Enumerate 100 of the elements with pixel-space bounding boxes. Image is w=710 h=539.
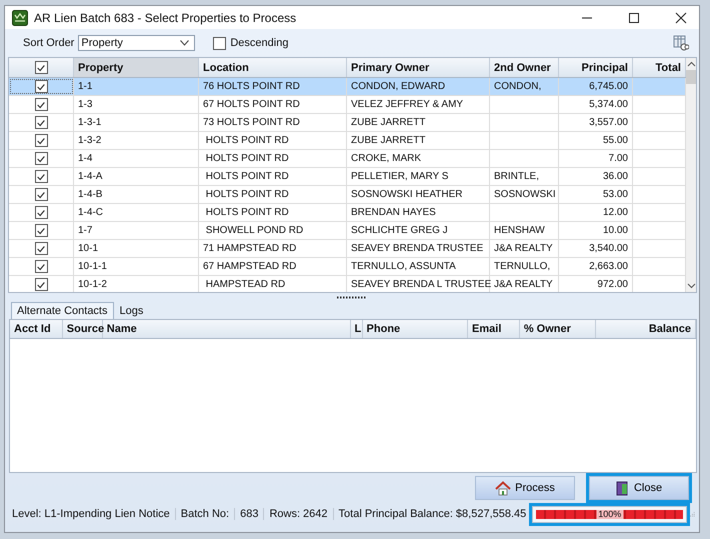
table-cell: PELLETIER, MARY S: [347, 168, 490, 185]
app-logo-icon: [12, 10, 28, 26]
table-cell: 55.00: [559, 132, 633, 149]
row-checkbox[interactable]: [34, 188, 48, 201]
table-row[interactable]: 10-1 71 HAMPSTEAD RD SEAVEY BRENDA TRUSTEE J&A REALTY 3,540.00: [9, 240, 686, 258]
row-checkbox[interactable]: [34, 206, 48, 219]
table-cell: 76 HOLTS POINT RD: [199, 78, 347, 95]
table-cell: TERNULLO,: [490, 258, 559, 275]
scrollbar-thumb[interactable]: [686, 70, 696, 84]
column-header[interactable]: Acct Id: [10, 320, 63, 338]
table-cell: 6,745.00: [559, 78, 633, 95]
process-button[interactable]: Process: [475, 476, 575, 500]
table-cell: 1-1: [74, 78, 199, 95]
select-all-checkbox[interactable]: [34, 61, 48, 74]
row-checkbox[interactable]: [34, 170, 48, 183]
table-row[interactable]: 1-4-B HOLTS POINT RD SOSNOWSKI HEATHER SOSNOWSKI 53.00: [9, 186, 686, 204]
column-header[interactable]: 2nd Owner: [490, 58, 559, 77]
table-row[interactable]: 1-4-A HOLTS POINT RD PELLETIER, MARY S BRINTLE, 36.00: [9, 168, 686, 186]
table-row[interactable]: 1-4-C HOLTS POINT RD BRENDAN HAYES 12.00: [9, 204, 686, 222]
splitter-grip-icon[interactable]: [337, 296, 367, 298]
table-cell: SCHLICHTE GREG J: [347, 222, 490, 239]
row-checkbox[interactable]: [34, 278, 48, 291]
column-header[interactable]: Property: [74, 58, 199, 77]
table-cell: HOLTS POINT RD: [199, 132, 347, 149]
table-cell: SHOWELL POND RD: [199, 222, 347, 239]
sort-order-dropdown[interactable]: Property: [78, 35, 196, 51]
table-row[interactable]: 1-3-2 HOLTS POINT RD ZUBE JARRETT 55.00: [9, 132, 686, 150]
scroll-up-icon[interactable]: [686, 61, 696, 67]
table-cell: HOLTS POINT RD: [199, 186, 347, 203]
row-checkbox[interactable]: [34, 116, 48, 129]
row-checkbox[interactable]: [34, 152, 48, 165]
table-cell: 10-1: [74, 240, 199, 257]
row-checkbox[interactable]: [34, 134, 48, 147]
table-row[interactable]: 1-3 67 HOLTS POINT RD VELEZ JEFFREY & AMY 5,374.00: [9, 96, 686, 114]
column-header[interactable]: % Owner: [520, 320, 596, 338]
table-cell: 1-4-C: [74, 204, 199, 221]
table-row[interactable]: 1-1 76 HOLTS POINT RD CONDON, EDWARD CONDON, 6,745.00: [9, 78, 686, 96]
tab[interactable]: Logs: [114, 302, 150, 319]
table-cell: HENSHAW: [490, 222, 559, 239]
table-cell: SOSNOWSKI HEATHER: [347, 186, 490, 203]
table-cell: SEAVEY BRENDA L TRUSTEE: [347, 276, 490, 292]
table-cell: VELEZ JEFFREY & AMY: [347, 96, 490, 113]
table-cell: CROKE, MARK: [347, 150, 490, 167]
column-header[interactable]: Location: [199, 58, 347, 77]
house-icon: [495, 480, 512, 496]
column-header[interactable]: Balance: [596, 320, 696, 338]
vertical-scrollbar[interactable]: [686, 58, 696, 292]
table-row[interactable]: 1-7 SHOWELL POND RD SCHLICHTE GREG J HENSHAW 10.00: [9, 222, 686, 240]
row-checkbox[interactable]: [34, 98, 48, 111]
column-header[interactable]: L: [350, 320, 363, 338]
row-checkbox[interactable]: [34, 80, 48, 93]
column-header[interactable]: Primary Owner: [347, 58, 490, 77]
table-cell: TERNULLO, ASSUNTA: [347, 258, 490, 275]
table-cell: 1-3-2: [74, 132, 199, 149]
resize-grip-icon[interactable]: [690, 510, 695, 518]
table-cell: 10.00: [559, 222, 633, 239]
table-cell: HOLTS POINT RD: [199, 150, 347, 167]
descending-checkbox[interactable]: [213, 36, 226, 50]
status-text: Batch No:: [176, 508, 236, 520]
progress-percent: 100%: [596, 510, 624, 518]
row-checkbox[interactable]: [34, 242, 48, 255]
status-text: Rows: 2642: [264, 508, 334, 520]
column-header[interactable]: Source: [62, 320, 103, 338]
table-cell: 67 HOLTS POINT RD: [199, 96, 347, 113]
row-checkbox[interactable]: [34, 260, 48, 273]
table-row[interactable]: 1-3-1 73 HOLTS POINT RD ZUBE JARRETT 3,557.00: [9, 114, 686, 132]
tab[interactable]: Alternate Contacts: [11, 302, 114, 319]
table-cell: 1-3-1: [74, 114, 199, 131]
column-header[interactable]: Phone: [362, 320, 468, 338]
table-cell: 71 HAMPSTEAD RD: [199, 240, 347, 257]
row-checkbox[interactable]: [34, 224, 48, 237]
table-cell: HOLTS POINT RD: [199, 204, 347, 221]
close-button[interactable]: Close: [589, 476, 689, 500]
table-row[interactable]: 10-1-1 67 HAMPSTEAD RD TERNULLO, ASSUNTA TERNULLO, 2,663.00: [9, 258, 686, 276]
table-cell: HAMPSTEAD RD: [199, 276, 347, 292]
scroll-down-icon[interactable]: [686, 283, 696, 289]
table-cell: 3,540.00: [559, 240, 633, 257]
table-cell: 1-4-B: [74, 186, 199, 203]
table-cell: 73 HOLTS POINT RD: [199, 114, 347, 131]
table-cell: 2,663.00: [559, 258, 633, 275]
grid-search-icon[interactable]: [673, 35, 689, 51]
window-title: AR Lien Batch 683 - Select Properties to Process: [34, 10, 296, 24]
table-row[interactable]: 1-4 HOLTS POINT RD CROKE, MARK 7.00: [9, 150, 686, 168]
table-cell: 12.00: [559, 204, 633, 221]
table-row[interactable]: 10-1-2 HAMPSTEAD RD SEAVEY BRENDA L TRUSTEE J&A REALTY 972.00: [9, 276, 686, 292]
table-cell: CONDON,: [490, 78, 559, 95]
table-cell: ZUBE JARRETT: [347, 114, 490, 131]
column-header[interactable]: Email: [468, 320, 520, 338]
close-icon[interactable]: [675, 12, 687, 24]
descending-label: Descending: [230, 37, 288, 49]
column-header[interactable]: Principal: [559, 58, 633, 77]
table-cell: J&A REALTY: [490, 276, 559, 292]
column-header[interactable]: Name: [102, 320, 351, 338]
table-cell: 1-4-A: [74, 168, 199, 185]
table-cell: 3,557.00: [559, 114, 633, 131]
status-text: Level: L1-Impending Lien Notice: [7, 508, 176, 520]
table-cell: BRENDAN HAYES: [347, 204, 490, 221]
maximize-icon[interactable]: [628, 12, 640, 24]
table-cell: SEAVEY BRENDA TRUSTEE: [347, 240, 490, 257]
table-cell: SOSNOWSKI: [490, 186, 559, 203]
